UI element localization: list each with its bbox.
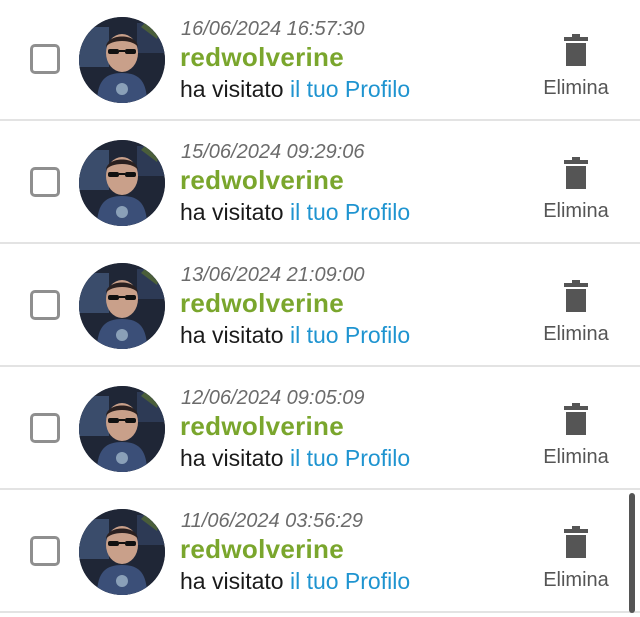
delete-button[interactable]: Elimina xyxy=(535,157,617,227)
action-text: ha visitato xyxy=(180,76,284,102)
profile-link[interactable]: il tuo Profilo xyxy=(290,568,410,594)
visit-timestamp: 11/06/2024 03:56:29 xyxy=(181,510,364,532)
avatar-photo xyxy=(79,140,165,226)
visit-timestamp: 13/06/2024 21:09:00 xyxy=(181,264,365,286)
avatar[interactable] xyxy=(79,263,165,349)
visit-timestamp: 16/06/2024 16:57:30 xyxy=(181,18,365,40)
avatar-photo xyxy=(79,386,165,472)
visitor-username[interactable]: redwolverine xyxy=(180,411,344,442)
delete-button[interactable]: Elimina xyxy=(535,526,617,596)
visit-row: 11/06/2024 03:56:29 redwolverine ha visi… xyxy=(0,492,640,613)
select-checkbox[interactable] xyxy=(30,413,60,443)
action-text: ha visitato xyxy=(180,445,284,471)
trash-icon xyxy=(564,34,588,66)
profile-link[interactable]: il tuo Profilo xyxy=(290,76,410,102)
action-text: ha visitato xyxy=(180,199,284,225)
action-text: ha visitato xyxy=(180,322,284,348)
visit-timestamp: 15/06/2024 09:29:06 xyxy=(181,141,365,163)
visit-description: ha visitato il tuo Profilo xyxy=(180,322,410,349)
avatar[interactable] xyxy=(79,17,165,103)
trash-icon xyxy=(564,157,588,189)
delete-button[interactable]: Elimina xyxy=(535,280,617,350)
select-checkbox[interactable] xyxy=(30,536,60,566)
visit-description: ha visitato il tuo Profilo xyxy=(180,199,410,226)
profile-link[interactable]: il tuo Profilo xyxy=(290,199,410,225)
visitor-username[interactable]: redwolverine xyxy=(180,42,344,73)
visit-timestamp: 12/06/2024 09:05:09 xyxy=(181,387,365,409)
scrollbar[interactable] xyxy=(629,493,635,613)
visitor-username[interactable]: redwolverine xyxy=(180,534,344,565)
select-checkbox[interactable] xyxy=(30,44,60,74)
visit-description: ha visitato il tuo Profilo xyxy=(180,76,410,103)
delete-label: Elimina xyxy=(543,323,609,345)
delete-label: Elimina xyxy=(543,77,609,99)
visit-row: 13/06/2024 21:09:00 redwolverine ha visi… xyxy=(0,246,640,367)
avatar[interactable] xyxy=(79,509,165,595)
select-checkbox[interactable] xyxy=(30,290,60,320)
visit-row: 16/06/2024 16:57:30 redwolverine ha visi… xyxy=(0,0,640,121)
delete-button[interactable]: Elimina xyxy=(535,403,617,473)
avatar[interactable] xyxy=(79,386,165,472)
profile-link[interactable]: il tuo Profilo xyxy=(290,445,410,471)
delete-button[interactable]: Elimina xyxy=(535,34,617,104)
visitor-username[interactable]: redwolverine xyxy=(180,288,344,319)
delete-label: Elimina xyxy=(543,569,609,591)
visitor-username[interactable]: redwolverine xyxy=(180,165,344,196)
visit-description: ha visitato il tuo Profilo xyxy=(180,445,410,472)
visit-description: ha visitato il tuo Profilo xyxy=(180,568,410,595)
visit-row: 12/06/2024 09:05:09 redwolverine ha visi… xyxy=(0,369,640,490)
trash-icon xyxy=(564,526,588,558)
trash-icon xyxy=(564,280,588,312)
delete-label: Elimina xyxy=(543,446,609,468)
trash-icon xyxy=(564,403,588,435)
select-checkbox[interactable] xyxy=(30,167,60,197)
visit-row: 15/06/2024 09:29:06 redwolverine ha visi… xyxy=(0,123,640,244)
avatar-photo xyxy=(79,17,165,103)
visits-list: 16/06/2024 16:57:30 redwolverine ha visi… xyxy=(0,0,640,617)
action-text: ha visitato xyxy=(180,568,284,594)
avatar-photo xyxy=(79,509,165,595)
avatar[interactable] xyxy=(79,140,165,226)
profile-link[interactable]: il tuo Profilo xyxy=(290,322,410,348)
avatar-photo xyxy=(79,263,165,349)
delete-label: Elimina xyxy=(543,200,609,222)
